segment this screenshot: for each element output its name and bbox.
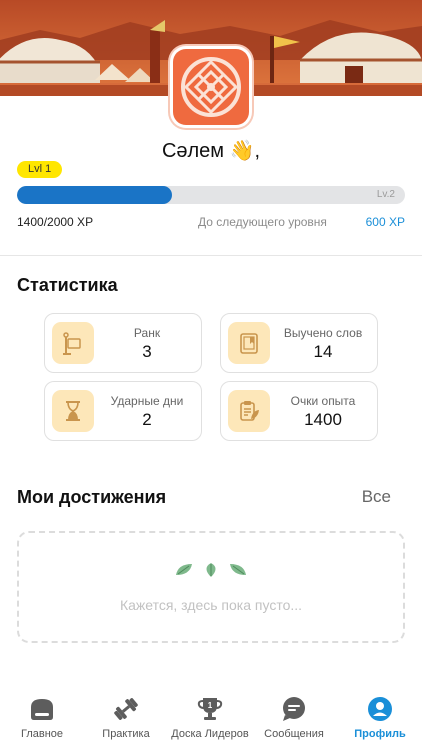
achievements-title: Мои достижения: [17, 487, 167, 507]
stats-title: Статистика: [17, 275, 118, 295]
next-level-tag: Lv.2: [376, 189, 395, 200]
svg-text:1: 1: [208, 701, 213, 710]
tab-label: Профиль: [354, 728, 406, 740]
stat-card-streak: Ударные дни 2: [44, 381, 202, 441]
dumbbell-icon: [112, 695, 140, 723]
stat-card-rank: Ранк 3: [44, 313, 202, 373]
tab-practice[interactable]: Практика: [84, 690, 168, 750]
stat-label: Ранк: [133, 325, 161, 340]
clipboard-leaf-icon: [228, 390, 270, 432]
home-icon: [28, 695, 56, 723]
tab-label: Сообщения: [264, 728, 324, 740]
leaf-icon: [230, 564, 246, 575]
stat-label: Ударные дни: [110, 393, 184, 408]
leaf-icon: [176, 564, 192, 575]
stat-value: 1400: [304, 409, 342, 429]
xp-info-row: 1400/2000 XP До следующего уровня 600 XP: [17, 215, 405, 231]
tab-profile[interactable]: Профиль: [338, 690, 422, 750]
stat-card-xp: Очки опыта 1400: [220, 381, 378, 441]
ornament-icon: [181, 57, 241, 117]
flag-icon: [52, 322, 94, 364]
level-badge: Lvl 1: [17, 161, 63, 178]
book-icon: [228, 322, 270, 364]
tab-label: Практика: [102, 728, 150, 740]
stat-label: Выучено слов: [283, 325, 363, 340]
trophy-icon: 1: [196, 695, 224, 723]
empty-state-text: Кажется, здесь пока пусто...: [119, 597, 303, 613]
leaves-icon-group: [19, 561, 403, 579]
stat-value: 3: [142, 341, 152, 361]
tab-messages[interactable]: Сообщения: [252, 690, 336, 750]
chat-icon: [280, 695, 308, 723]
xp-progress-fill: [17, 186, 173, 204]
stat-card-words: Выучено слов 14: [220, 313, 378, 373]
stat-value: 14: [313, 341, 333, 361]
leaf-icon: [206, 563, 216, 577]
tab-home[interactable]: Главное: [0, 690, 84, 750]
tab-leaderboard[interactable]: 1 Доска Лидеров: [168, 690, 252, 750]
stat-value: 2: [142, 409, 152, 429]
profile-icon: [366, 695, 394, 723]
hourglass-icon: [52, 390, 94, 432]
stat-label: Очки опыта: [290, 393, 356, 408]
achievements-empty-state: Кажется, здесь пока пусто...: [17, 531, 405, 643]
xp-remaining: 600 XP: [365, 215, 405, 229]
achievements-all-link[interactable]: Все: [362, 487, 391, 507]
tab-label: Главное: [20, 728, 64, 740]
tab-label: Доска Лидеров: [171, 728, 249, 740]
bottom-tab-bar: Главное Практика 1 Доска Лидеров Сообщен…: [0, 690, 422, 750]
greeting-text: Сәлем 👋,: [161, 140, 261, 162]
avatar-image: [173, 49, 249, 125]
xp-next-level-label: До следующего уровня: [198, 215, 327, 229]
xp-current: 1400/2000 XP: [17, 215, 94, 229]
xp-progress-bar: Lv.2: [17, 186, 405, 204]
avatar[interactable]: [170, 46, 252, 128]
section-divider: [0, 255, 422, 256]
